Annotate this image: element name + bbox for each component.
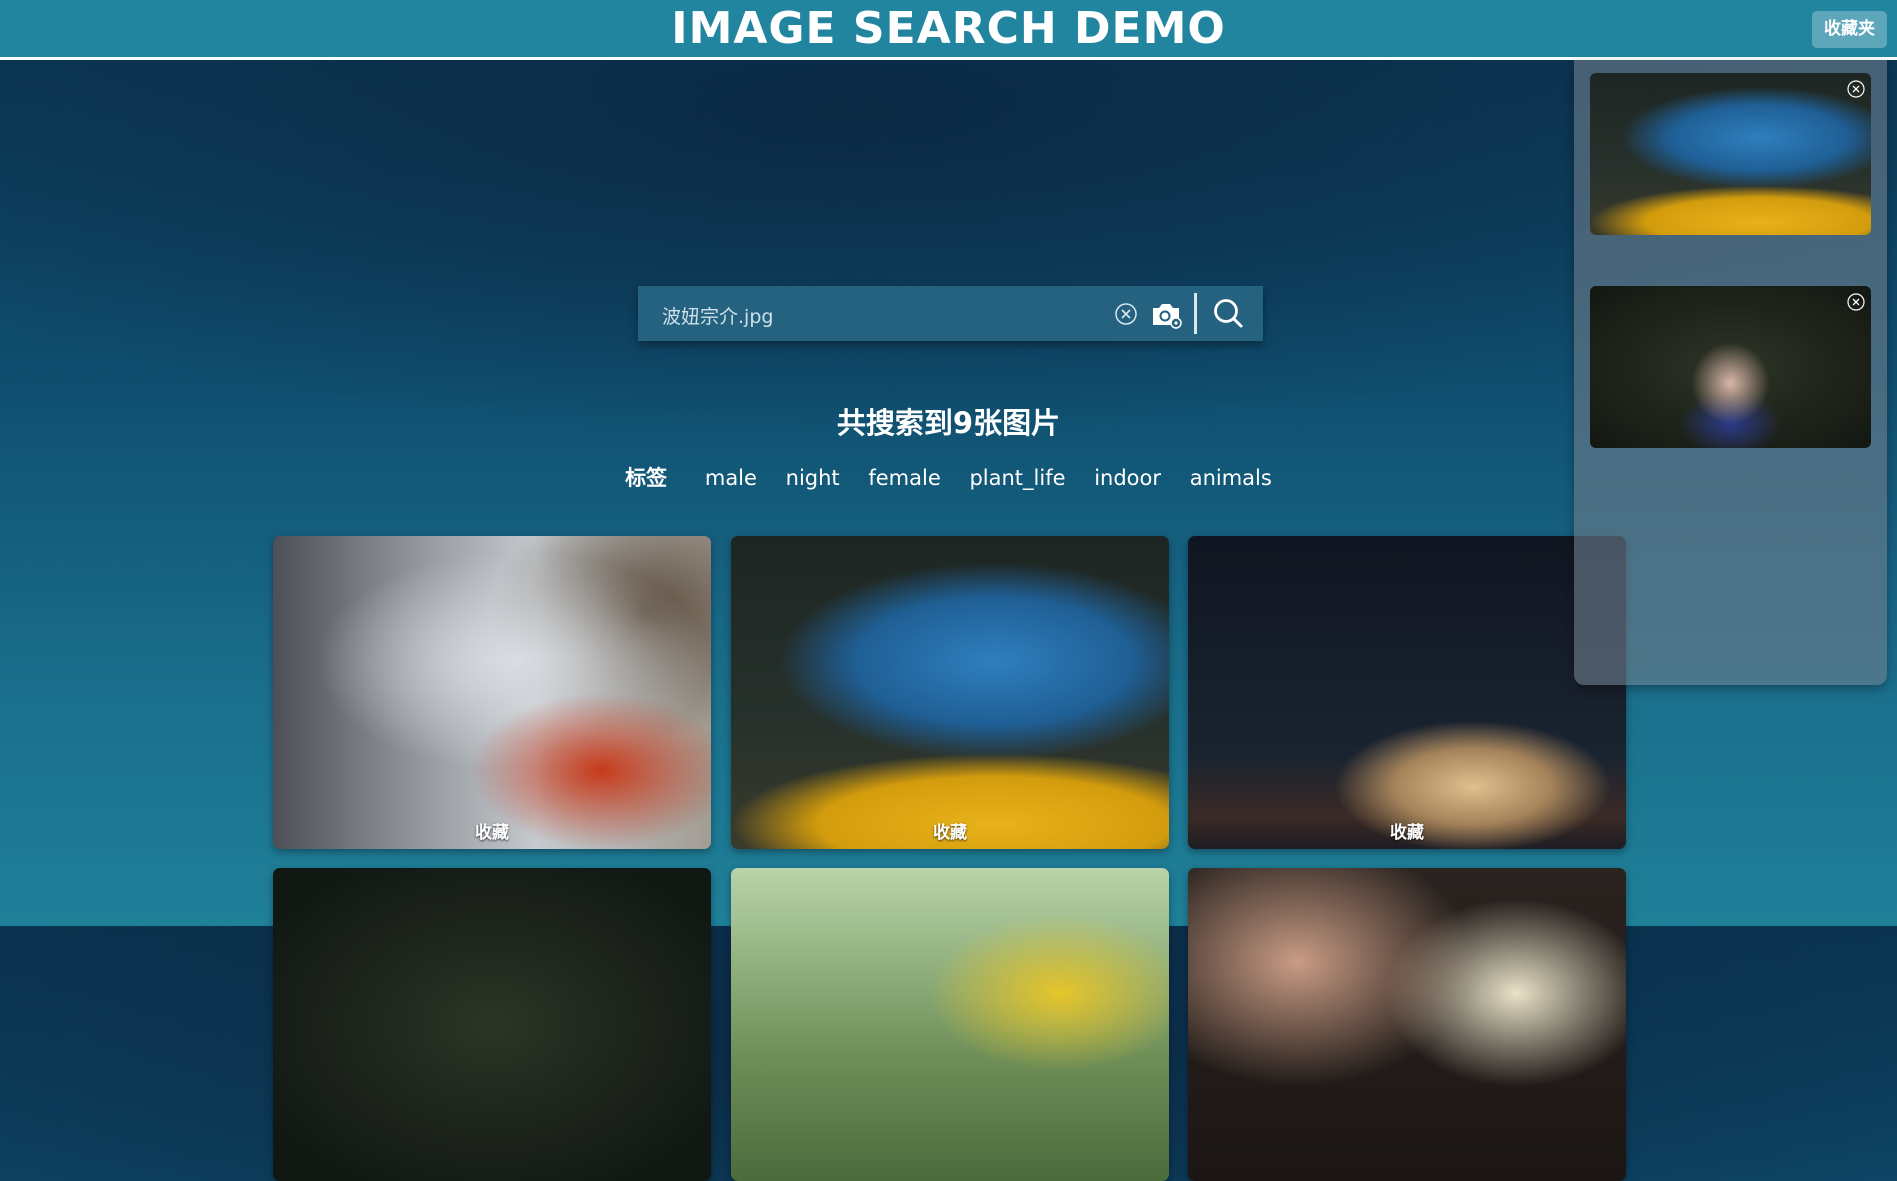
search-input[interactable]: [660, 299, 1084, 331]
tag-female[interactable]: female: [868, 466, 940, 490]
tag-male[interactable]: male: [705, 466, 757, 490]
favorites-button[interactable]: 收藏夹: [1812, 11, 1887, 48]
result-image[interactable]: [1188, 536, 1626, 849]
result-image[interactable]: [731, 868, 1169, 1181]
collect-button[interactable]: 收藏: [273, 818, 711, 843]
tags-label: 标签: [625, 466, 668, 490]
search-icon[interactable]: [1212, 297, 1244, 329]
favorites-panel: [1574, 60, 1887, 685]
result-card[interactable]: 收藏: [1188, 536, 1626, 849]
close-icon[interactable]: [1846, 79, 1866, 99]
tag-night[interactable]: night: [786, 466, 840, 490]
result-image[interactable]: [731, 536, 1169, 849]
search-bar: [638, 286, 1263, 341]
page-title: IMAGE SEARCH DEMO: [671, 3, 1226, 54]
close-icon[interactable]: [1846, 292, 1866, 312]
result-image[interactable]: [273, 868, 711, 1181]
clear-icon[interactable]: [1114, 302, 1138, 326]
collect-button[interactable]: 收藏: [731, 818, 1169, 843]
result-image[interactable]: [273, 536, 711, 849]
result-card[interactable]: [273, 868, 711, 1181]
result-card[interactable]: [731, 868, 1169, 1181]
favorite-item[interactable]: [1590, 73, 1871, 235]
result-card[interactable]: 收藏: [273, 536, 711, 849]
app-header: IMAGE SEARCH DEMO 收藏夹: [0, 0, 1897, 60]
result-image[interactable]: [1188, 868, 1626, 1181]
search-divider: [1194, 293, 1197, 334]
tag-indoor[interactable]: indoor: [1094, 466, 1161, 490]
tag-animals[interactable]: animals: [1190, 466, 1272, 490]
camera-icon[interactable]: [1150, 299, 1182, 329]
result-card[interactable]: [1188, 868, 1626, 1181]
collect-button[interactable]: 收藏: [1188, 818, 1626, 843]
favorite-item[interactable]: [1590, 286, 1871, 448]
tag-plant-life[interactable]: plant_life: [969, 466, 1065, 490]
result-card[interactable]: 收藏: [731, 536, 1169, 849]
